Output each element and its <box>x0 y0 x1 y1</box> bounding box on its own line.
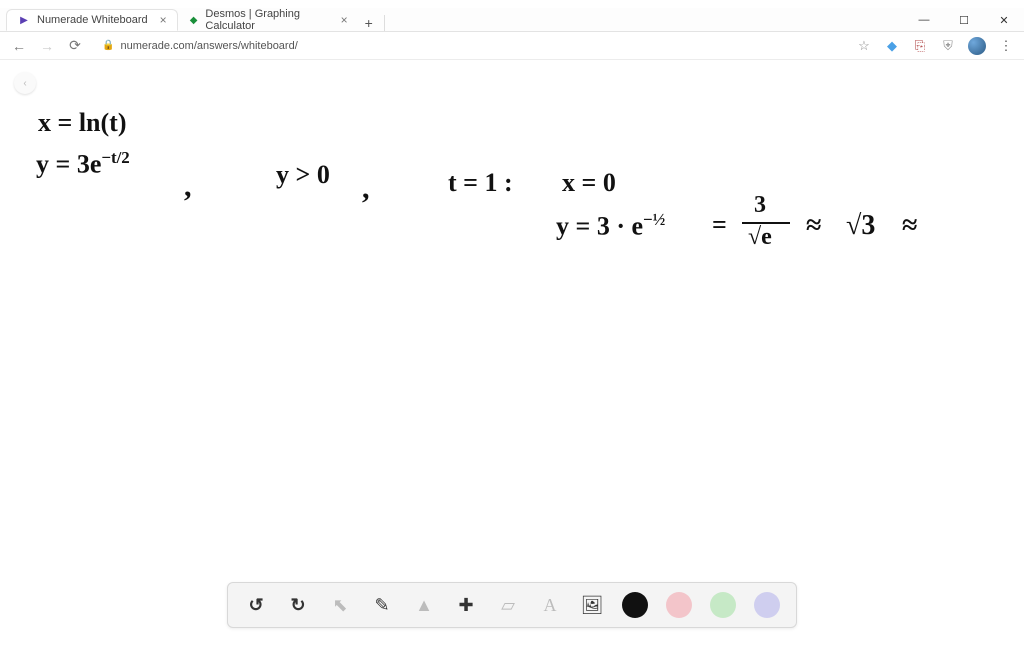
tab-numerade[interactable]: ▶ Numerade Whiteboard × <box>6 9 178 31</box>
sqrt-3: √3 <box>846 210 875 242</box>
approx-1: ≈ <box>806 210 821 242</box>
tab-title: Desmos | Graphing Calculator <box>205 8 328 32</box>
eq-y-3e-base: y = 3e <box>36 150 101 179</box>
minimize-button[interactable]: — <box>904 9 944 31</box>
t-equals-1: t = 1 : <box>448 168 513 198</box>
reload-button[interactable]: ⟳ <box>66 37 84 55</box>
eq-y-3e-exp: −t/2 <box>101 148 129 167</box>
color-pink[interactable] <box>666 592 692 618</box>
eraser-tool[interactable]: ▱ <box>496 593 520 617</box>
comma-2: , <box>362 172 370 206</box>
pdf-extension-icon[interactable]: ⎘ <box>912 38 928 54</box>
eq-x-lnt: x = ln(t) <box>38 108 126 138</box>
color-purple[interactable] <box>754 592 780 618</box>
approx-2: ≈ <box>902 210 917 242</box>
tab-title: Numerade Whiteboard <box>37 14 148 26</box>
panel-toggle-button[interactable]: ‹ <box>14 72 36 94</box>
shapes-tool[interactable]: ▲ <box>412 593 436 617</box>
color-green[interactable] <box>710 592 736 618</box>
comma-1: , <box>184 170 192 204</box>
frac-numerator: 3 <box>754 192 766 219</box>
shield-icon[interactable]: ⛨ <box>940 38 956 54</box>
window-titlebar <box>0 0 1024 8</box>
new-tab-button[interactable]: + <box>358 15 380 31</box>
add-tool[interactable]: ✚ <box>454 593 478 617</box>
y-3e-half: y = 3 · e−½ <box>556 210 665 242</box>
equals-sign: = <box>712 210 727 240</box>
address-bar: ← → ⟳ 🔒 numerade.com/answers/whiteboard/… <box>0 32 1024 60</box>
url-text: numerade.com/answers/whiteboard/ <box>120 40 297 52</box>
tab-divider <box>384 15 385 31</box>
forward-button: → <box>38 37 56 55</box>
x-equals-0: x = 0 <box>562 168 616 198</box>
back-button[interactable]: ← <box>10 37 28 55</box>
lock-icon: 🔒 <box>102 40 114 51</box>
frac-denominator: √e <box>748 224 772 251</box>
redo-button[interactable]: ↻ <box>286 593 310 617</box>
omnibox[interactable]: 🔒 numerade.com/answers/whiteboard/ <box>94 36 846 56</box>
undo-button[interactable]: ↺ <box>244 593 268 617</box>
color-black[interactable] <box>622 592 648 618</box>
extension-gem-icon[interactable]: ◆ <box>884 38 900 54</box>
y-3e-half-base: y = 3 · e <box>556 212 643 241</box>
whiteboard-toolbar: ↺ ↻ ⬉ ✎ ▲ ✚ ▱ A 🖼 <box>227 582 797 628</box>
desmos-favicon-icon: ◆ <box>188 13 200 27</box>
numerade-favicon-icon: ▶ <box>17 13 31 27</box>
image-tool[interactable]: 🖼 <box>580 593 604 617</box>
pen-tool[interactable]: ✎ <box>370 593 394 617</box>
tab-strip: ▶ Numerade Whiteboard × ◆ Desmos | Graph… <box>0 8 1024 32</box>
y-3e-half-exp: −½ <box>643 210 665 229</box>
profile-avatar-icon[interactable] <box>968 37 986 55</box>
close-tab-icon[interactable]: × <box>341 13 348 27</box>
close-tab-icon[interactable]: × <box>160 13 167 27</box>
select-tool[interactable]: ⬉ <box>328 593 352 617</box>
window-controls: — ☐ ✕ <box>904 9 1024 31</box>
text-tool[interactable]: A <box>538 593 562 617</box>
bookmark-star-icon[interactable]: ☆ <box>856 38 872 54</box>
maximize-button[interactable]: ☐ <box>944 9 984 31</box>
toolbar-right-icons: ☆ ◆ ⎘ ⛨ ⋮ <box>856 37 1014 55</box>
menu-icon[interactable]: ⋮ <box>998 38 1014 54</box>
cond-y-gt-0: y > 0 <box>276 160 330 190</box>
tab-desmos[interactable]: ◆ Desmos | Graphing Calculator × <box>178 9 358 31</box>
close-window-button[interactable]: ✕ <box>984 9 1024 31</box>
eq-y-3e: y = 3e−t/2 <box>36 148 130 180</box>
whiteboard-canvas[interactable]: ‹ x = ln(t) y = 3e−t/2 , y > 0 , t = 1 :… <box>0 60 1024 646</box>
